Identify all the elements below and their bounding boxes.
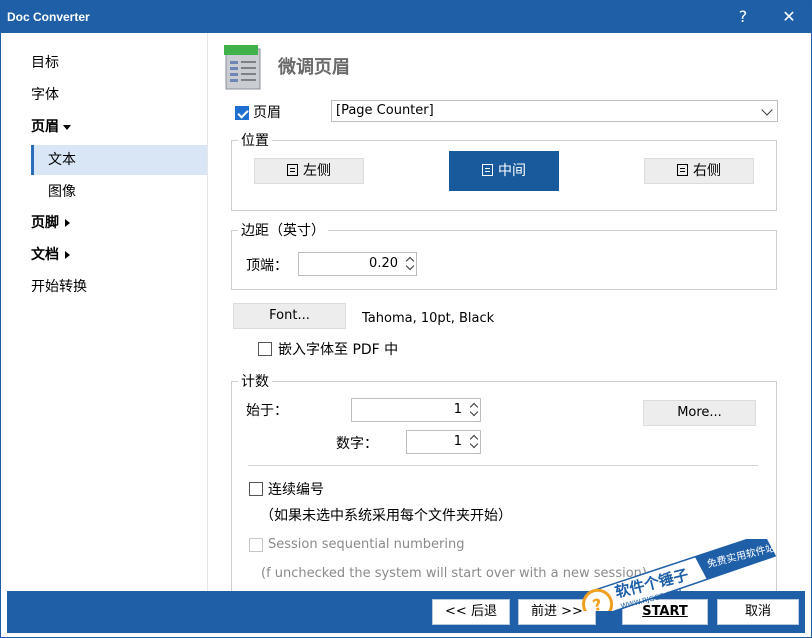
site-watermark-logo: ? 软件个锤子免费实用软件站WWW.RJGCZ.COM — [582, 539, 777, 611]
sidebar-item-label: 目标 — [31, 55, 59, 71]
sidebar-item-document[interactable]: 文档 — [31, 244, 70, 266]
back-button[interactable]: << 后退 — [432, 599, 510, 625]
sidebar-item-label: 字体 — [31, 87, 59, 103]
counter-start-value: 1 — [453, 402, 462, 417]
sidebar-item-header[interactable]: 页眉 — [31, 116, 71, 138]
continuous-numbering-checkbox[interactable] — [249, 482, 263, 496]
sidebar-item-label: 开始转换 — [31, 279, 87, 295]
align-left-icon — [287, 164, 298, 176]
align-center-label: 中间 — [498, 163, 526, 179]
sidebar-item-footer[interactable]: 页脚 — [31, 212, 70, 234]
chevron-down-icon — [761, 104, 773, 116]
sidebar-item-header-text[interactable]: 文本 — [31, 145, 207, 175]
header-content-select[interactable]: [Page Counter] — [331, 100, 778, 122]
counter-digits-value: 1 — [453, 434, 462, 449]
stepper-down-icon[interactable] — [469, 407, 479, 417]
session-numbering-label: Session sequential numbering — [268, 537, 465, 552]
embed-font-label: 嵌入字体至 PDF 中 — [278, 342, 399, 358]
chevron-right-icon — [65, 219, 70, 227]
help-button[interactable]: ? — [721, 3, 765, 31]
continuous-numbering-note: （如果未选中系统采用每个文件夹开始） — [260, 508, 512, 524]
chevron-down-icon — [63, 124, 71, 130]
page-title: 微调页眉 — [278, 57, 350, 78]
align-left-button[interactable]: 左侧 — [254, 158, 364, 184]
continuous-numbering-label: 连续编号 — [268, 482, 324, 498]
title-bar: Doc Converter ? ✕ — [1, 1, 811, 33]
sidebar-nav: 目标 字体 页眉 文本 图像 页脚 文档 开始转换 — [7, 33, 207, 591]
counter-start-label: 始于： — [246, 403, 288, 419]
sidebar-item-target[interactable]: 目标 — [31, 52, 59, 74]
sidebar-item-label: 图像 — [48, 184, 76, 200]
position-group-label: 位置 — [238, 130, 272, 150]
margin-top-value: 0.20 — [369, 256, 398, 271]
align-right-label: 右侧 — [693, 163, 721, 179]
counter-digits-stepper[interactable]: 1 — [406, 430, 481, 454]
embed-font-checkbox[interactable] — [258, 342, 272, 356]
window-title: Doc Converter — [7, 10, 90, 24]
counter-divider — [248, 465, 758, 466]
align-right-icon — [677, 164, 688, 176]
header-enable-label: 页眉 — [253, 105, 281, 121]
more-button[interactable]: More... — [643, 400, 756, 426]
margin-top-label: 顶端： — [246, 258, 288, 274]
counter-digits-label: 数字： — [336, 436, 378, 452]
margin-group-label: 边距（英寸） — [238, 220, 328, 240]
header-content-select-value: [Page Counter] — [336, 103, 434, 118]
sidebar-item-label: 文本 — [48, 152, 76, 168]
sidebar-item-label: 页脚 — [31, 215, 59, 231]
session-numbering-checkbox[interactable] — [249, 538, 263, 552]
sidebar-item-label: 页眉 — [31, 119, 59, 135]
margin-top-stepper[interactable]: 0.20 — [298, 252, 417, 276]
counter-start-stepper[interactable]: 1 — [351, 398, 481, 422]
stepper-down-icon[interactable] — [469, 439, 479, 449]
align-center-icon — [482, 164, 493, 176]
close-button[interactable]: ✕ — [767, 3, 811, 31]
header-page-icon — [224, 45, 261, 90]
sidebar-item-font[interactable]: 字体 — [31, 84, 59, 106]
sidebar-item-header-image[interactable]: 图像 — [31, 177, 207, 207]
chevron-right-icon — [65, 251, 70, 259]
align-left-label: 左侧 — [303, 163, 331, 179]
align-center-button[interactable]: 中间 — [449, 151, 559, 191]
header-enable-checkbox[interactable] — [235, 106, 249, 120]
font-button[interactable]: Font... — [233, 303, 346, 329]
sidebar-item-label: 文档 — [31, 247, 59, 263]
counter-group-label: 计数 — [238, 371, 272, 391]
doc-converter-window: Doc Converter ? ✕ 目标 字体 页眉 文本 图像 页脚 文档 开… — [0, 0, 812, 638]
stepper-down-icon[interactable] — [405, 261, 415, 271]
sidebar-item-start-conversion[interactable]: 开始转换 — [31, 276, 87, 298]
font-description: Tahoma, 10pt, Black — [362, 311, 495, 326]
align-right-button[interactable]: 右侧 — [644, 158, 754, 184]
settings-panel: 微调页眉 页眉 [Page Counter] 位置 左侧 中间 右侧 边距（英寸… — [208, 33, 811, 596]
